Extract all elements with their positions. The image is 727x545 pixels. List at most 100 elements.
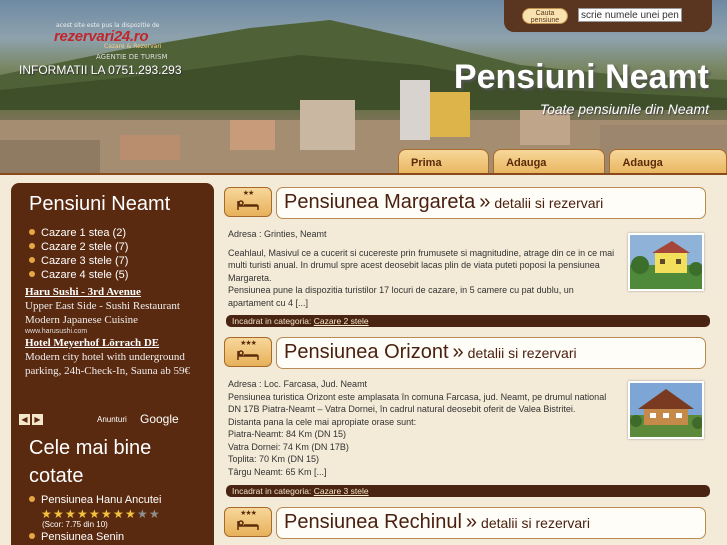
category-label[interactable]: Cazare 3 stele (7) [41, 255, 128, 267]
category-item[interactable]: Cazare 3 stele (7) [29, 254, 128, 268]
logo-agency: AGENTIE DE TURISM [96, 53, 168, 61]
bed-category-icon[interactable]: ★★★ [224, 507, 272, 537]
site-title: Pensiuni Neamt [453, 58, 709, 96]
category-item[interactable]: Cazare 2 stele (7) [29, 240, 128, 254]
listing-title-box[interactable]: Pensiunea Rechinul» detalii si rezervari [276, 507, 706, 539]
star-icon: ★ [101, 507, 112, 521]
ads-navigation: ◀ ▶ Anunturi Google [19, 412, 209, 426]
listing-paragraph: Ceahlaul, Masivul ce a cucerit si cucere… [228, 247, 615, 283]
listing-description: Adresa : Grinties, Neamt Ceahlaul, Masiv… [228, 228, 618, 309]
star-icon: ★ [41, 507, 52, 521]
listing-description: Adresa : Loc. Farcasa, Jud. Neamt Pensiu… [228, 378, 618, 478]
category-stars: ★★★ [240, 509, 257, 517]
raquo-icon: » [452, 341, 464, 363]
listing-paragraph: Târgu Neamt: 65 Km [...] [228, 466, 327, 477]
listing-title-box[interactable]: Pensiunea Orizont» detalii si rezervari [276, 337, 706, 369]
bullet-icon [29, 229, 35, 235]
bullet-icon [29, 243, 35, 249]
ads-block: Haru Sushi - 3rd Avenue Upper East Side … [25, 285, 205, 415]
search-button[interactable]: Cauta pensiune [522, 8, 568, 24]
search-input[interactable] [578, 8, 682, 22]
search-bar: Cauta pensiune [504, 0, 712, 32]
raquo-icon: » [465, 511, 478, 533]
main-content: ★★ Pensiunea Margareta» detalii si rezerv… [224, 183, 711, 545]
listing-paragraph: Distanta pana la cele mai apropiate oras… [228, 416, 417, 427]
listing-name[interactable]: Pensiunea Orizont [284, 341, 449, 363]
best-rated-title: Cele mai bine cotate [29, 437, 152, 487]
listing-paragraph: Pensiunea pune la dispozitia turistilor … [228, 285, 574, 308]
star-icon: ★ [125, 507, 136, 521]
listing-name[interactable]: Pensiunea Margareta [284, 191, 475, 213]
listing-paragraph: Piatra-Neamt: 84 Km (DN 15) [228, 429, 347, 439]
listing-photo[interactable] [628, 233, 704, 291]
star-icon: ★ [89, 507, 100, 521]
category-bar-label: Incadrat in categoria: [232, 486, 312, 496]
listing-paragraph: Toplita: 70 Km (DN 15) [228, 454, 320, 464]
header-divider [0, 173, 727, 175]
ads-label[interactable]: Anunturi [97, 415, 127, 424]
details-link[interactable]: detalii si rezervari [494, 195, 603, 211]
details-link[interactable]: detalii si rezervari [468, 345, 577, 361]
best-rated-item[interactable]: Pensiunea Hanu Ancutei [29, 494, 161, 506]
bullet-icon [29, 496, 35, 502]
category-label[interactable]: Cazare 1 stea (2) [41, 227, 126, 239]
category-stars: ★★★ [240, 339, 257, 347]
listing-title-row: Pensiunea Margareta» detalii si rezervari [284, 191, 603, 214]
category-link[interactable]: Cazare 2 stele [314, 316, 369, 326]
prev-arrow-icon[interactable]: ◀ [19, 414, 30, 425]
bullet-icon [29, 257, 35, 263]
listing-header: ★★ Pensiunea Margareta» detalii si rezerv… [224, 183, 711, 219]
best-rated-item[interactable]: Pensiunea Senin [29, 531, 124, 543]
ad-text: Modern city hotel with underground parki… [25, 351, 190, 377]
category-bar-label: Incadrat in categoria: [232, 316, 312, 326]
listing-name[interactable]: Pensiunea Rechinul [284, 511, 462, 533]
category-bar: Incadrat in categoria: Cazare 3 stele [226, 485, 710, 497]
listing-header: ★★★ Pensiunea Rechinul» detalii si rezerv… [224, 503, 711, 539]
ad-url[interactable]: www.harusushi.com [25, 327, 205, 336]
star-empty-icon: ★ [137, 507, 148, 521]
site-subtitle: Toate pensiunile din Neamt [539, 101, 709, 117]
best-rated-name[interactable]: Pensiunea Hanu Ancutei [41, 494, 161, 506]
category-item[interactable]: Cazare 1 stea (2) [29, 226, 128, 240]
bed-icon [237, 520, 259, 530]
category-link[interactable]: Cazare 3 stele [314, 486, 369, 496]
phone-info: INFORMATII LA 0751.293.293 [19, 63, 182, 77]
nav-tabs: Prima pagina Adauga pensiune Adauga rest… [398, 149, 727, 175]
listing-title-box[interactable]: Pensiunea Margareta» detalii si rezervari [276, 187, 706, 219]
next-arrow-icon[interactable]: ▶ [32, 414, 43, 425]
google-logo: Google [140, 412, 179, 426]
logo[interactable]: acest site este pus la dispozitie de rez… [14, 6, 174, 66]
ad-title-link[interactable]: Hotel Meyerhof Lörrach DE [25, 336, 205, 350]
category-label[interactable]: Cazare 2 stele (7) [41, 241, 128, 253]
tab-adauga-restaurant[interactable]: Adauga restaurant [609, 149, 727, 175]
bullet-icon [29, 271, 35, 277]
best-rated-name[interactable]: Pensiunea Senin [41, 531, 124, 543]
ad-text: Upper East Side - Sushi Restaurant Moder… [25, 300, 180, 326]
listing-title-row: Pensiunea Orizont» detalii si rezervari [284, 341, 577, 364]
star-icon: ★ [77, 507, 88, 521]
bed-category-icon[interactable]: ★★★ [224, 337, 272, 367]
listing-title-row: Pensiunea Rechinul» detalii si rezervari [284, 511, 590, 534]
rating-score: (Scor: 7.75 din 10) [42, 520, 108, 529]
logo-subtext: Cazare & Rezervari [104, 43, 162, 50]
bed-icon [237, 200, 259, 210]
sidebar: Pensiuni Neamt Cazare 1 stea (2) Cazare … [11, 183, 214, 545]
star-empty-icon: ★ [149, 507, 160, 521]
listing-photo[interactable] [628, 381, 704, 439]
ad-title-link[interactable]: Haru Sushi - 3rd Avenue [25, 285, 205, 299]
listing-header: ★★★ Pensiunea Orizont» detalii si rezerva… [224, 333, 711, 369]
category-item[interactable]: Cazare 4 stele (5) [29, 268, 128, 282]
tab-prima-pagina[interactable]: Prima pagina [398, 149, 490, 175]
listing-address: Adresa : Loc. Farcasa, Jud. Neamt [228, 379, 368, 389]
category-bar: Incadrat in categoria: Cazare 2 stele [226, 315, 710, 327]
house-photo [630, 235, 702, 289]
bed-category-icon[interactable]: ★★ [224, 187, 272, 217]
tab-adauga-pensiune[interactable]: Adauga pensiune [493, 149, 606, 175]
rating-stars: ★ ★ ★ ★ ★ ★ ★ ★ ★ ★ [41, 508, 161, 520]
category-stars: ★★ [242, 189, 255, 197]
raquo-icon: » [479, 191, 491, 213]
category-list: Cazare 1 stea (2) Cazare 2 stele (7) Caz… [29, 226, 128, 282]
details-link[interactable]: detalii si rezervari [481, 515, 590, 531]
star-icon: ★ [113, 507, 124, 521]
category-label[interactable]: Cazare 4 stele (5) [41, 269, 128, 281]
